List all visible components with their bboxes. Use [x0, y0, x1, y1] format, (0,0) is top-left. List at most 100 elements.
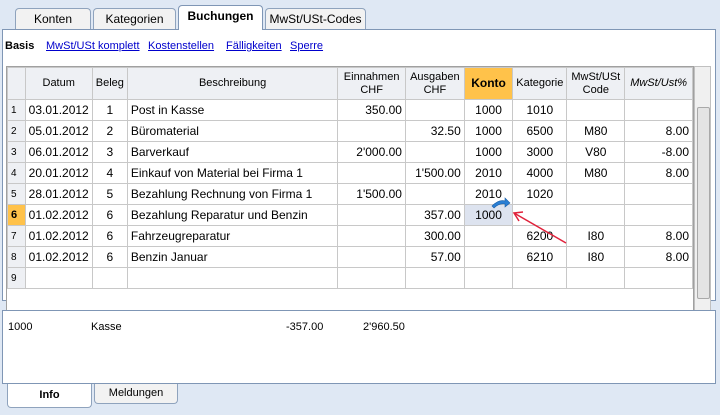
cell-kategorie[interactable]: 1020: [512, 183, 568, 205]
cell-ausgaben[interactable]: 57.00: [404, 246, 465, 268]
tab-info[interactable]: Info: [7, 384, 92, 408]
cell-beschreibung[interactable]: [126, 267, 339, 289]
cell-ausgaben[interactable]: 300.00: [404, 225, 465, 247]
row-number[interactable]: 2: [7, 120, 26, 142]
cell-konto[interactable]: 2010: [463, 162, 514, 184]
cell-mwst-pct[interactable]: [624, 267, 693, 289]
cell-beleg[interactable]: 3: [91, 141, 128, 163]
table-row[interactable]: 1 03.01.2012 1 Post in Kasse 350.00 1000…: [7, 99, 693, 121]
cell-ausgaben[interactable]: [404, 141, 465, 163]
cell-konto[interactable]: [463, 267, 514, 289]
cell-einnahmen[interactable]: 350.00: [337, 99, 406, 121]
cell-ausgaben[interactable]: 32.50: [404, 120, 465, 142]
cell-einnahmen[interactable]: [337, 267, 406, 289]
view-faelligkeiten[interactable]: Fälligkeiten: [226, 40, 282, 52]
cell-beleg[interactable]: [91, 267, 128, 289]
cell-datum[interactable]: 20.01.2012: [24, 162, 93, 184]
cell-ausgaben[interactable]: [404, 267, 465, 289]
cell-mwst-pct[interactable]: [624, 183, 693, 205]
cell-datum[interactable]: 05.01.2012: [24, 120, 93, 142]
cell-mwst-pct[interactable]: -8.00: [624, 141, 693, 163]
cell-einnahmen[interactable]: [337, 204, 406, 226]
table-row[interactable]: 5 28.01.2012 5 Bezahlung Rechnung von Fi…: [7, 183, 693, 205]
cell-beschreibung[interactable]: Fahrzeugreparatur: [126, 225, 339, 247]
cell-mwst-code[interactable]: I80: [566, 225, 626, 247]
cell-datum[interactable]: 01.02.2012: [24, 246, 93, 268]
cell-datum[interactable]: 03.01.2012: [24, 99, 93, 121]
cell-mwst-code[interactable]: [566, 183, 626, 205]
col-header-mwst-pct[interactable]: MwSt/Ust%: [624, 67, 693, 100]
tab-buchungen[interactable]: Buchungen: [178, 5, 263, 30]
cell-datum[interactable]: 06.01.2012: [24, 141, 93, 163]
cell-mwst-code[interactable]: I80: [566, 246, 626, 268]
cell-beleg[interactable]: 2: [91, 120, 128, 142]
cell-datum[interactable]: 28.01.2012: [24, 183, 93, 205]
cell-mwst-code[interactable]: V80: [566, 141, 626, 163]
cell-datum[interactable]: 01.02.2012: [24, 204, 93, 226]
table-row[interactable]: 3 06.01.2012 3 Barverkauf 2'000.00 1000 …: [7, 141, 693, 163]
col-header-beleg[interactable]: Beleg: [91, 67, 128, 100]
cell-kategorie[interactable]: [512, 267, 568, 289]
cell-konto-selected[interactable]: 1000: [463, 204, 514, 226]
col-header-datum[interactable]: Datum: [24, 67, 93, 100]
col-header-kategorie[interactable]: Kategorie: [512, 67, 568, 100]
col-header-mwst-code[interactable]: MwSt/USt Code: [566, 67, 626, 100]
row-number[interactable]: 4: [7, 162, 26, 184]
view-kostenstellen[interactable]: Kostenstellen: [148, 40, 214, 52]
cell-ausgaben[interactable]: 357.00: [404, 204, 465, 226]
tab-kategorien[interactable]: Kategorien: [93, 8, 176, 29]
cell-beschreibung[interactable]: Büromaterial: [126, 120, 339, 142]
table-row[interactable]: 2 05.01.2012 2 Büromaterial 32.50 1000 6…: [7, 120, 693, 142]
cell-konto[interactable]: [463, 225, 514, 247]
cell-beschreibung[interactable]: Post in Kasse: [126, 99, 339, 121]
cell-ausgaben[interactable]: [404, 99, 465, 121]
cell-mwst-pct[interactable]: 8.00: [624, 162, 693, 184]
cell-kategorie[interactable]: 6200: [512, 225, 568, 247]
cell-datum[interactable]: 01.02.2012: [24, 225, 93, 247]
table-row[interactable]: 9: [7, 267, 693, 289]
table-row[interactable]: 4 20.01.2012 4 Einkauf von Material bei …: [7, 162, 693, 184]
row-number[interactable]: 5: [7, 183, 26, 205]
cell-konto[interactable]: 1000: [463, 99, 514, 121]
cell-mwst-pct[interactable]: 8.00: [624, 225, 693, 247]
cell-kategorie[interactable]: 4000: [512, 162, 568, 184]
cell-mwst-pct[interactable]: 8.00: [624, 246, 693, 268]
cell-einnahmen[interactable]: 2'000.00: [337, 141, 406, 163]
row-number[interactable]: 6: [7, 204, 26, 226]
cell-beleg[interactable]: 4: [91, 162, 128, 184]
cell-beschreibung[interactable]: Einkauf von Material bei Firma 1: [126, 162, 339, 184]
cell-datum[interactable]: [24, 267, 93, 289]
cell-einnahmen[interactable]: [337, 162, 406, 184]
view-basis[interactable]: Basis: [5, 40, 34, 52]
cell-beleg[interactable]: 6: [91, 246, 128, 268]
row-number[interactable]: 1: [7, 99, 26, 121]
cell-konto[interactable]: [463, 246, 514, 268]
cell-beschreibung[interactable]: Barverkauf: [126, 141, 339, 163]
cell-mwst-pct[interactable]: 8.00: [624, 120, 693, 142]
cell-kategorie[interactable]: 6210: [512, 246, 568, 268]
cell-beleg[interactable]: 6: [91, 204, 128, 226]
col-header-einnahmen[interactable]: Einnahmen CHF: [337, 67, 406, 100]
tab-meldungen[interactable]: Meldungen: [94, 384, 178, 404]
view-mwst-komplett[interactable]: MwSt/USt komplett: [46, 40, 140, 52]
cell-beschreibung[interactable]: Bezahlung Reparatur und Benzin: [126, 204, 339, 226]
view-sperre[interactable]: Sperre: [290, 40, 323, 52]
cell-konto[interactable]: 1000: [463, 141, 514, 163]
col-header-beschreibung[interactable]: Beschreibung: [126, 67, 339, 100]
row-number[interactable]: 7: [7, 225, 26, 247]
cell-kategorie[interactable]: 3000: [512, 141, 568, 163]
row-number[interactable]: 8: [7, 246, 26, 268]
tab-konten[interactable]: Konten: [15, 8, 91, 29]
tab-mwst-codes[interactable]: MwSt/USt-Codes: [265, 8, 366, 29]
cell-kategorie[interactable]: 1010: [512, 99, 568, 121]
cell-mwst-pct[interactable]: [624, 204, 693, 226]
vertical-scrollbar[interactable]: [694, 66, 711, 312]
cell-beleg[interactable]: 6: [91, 225, 128, 247]
cell-einnahmen[interactable]: 1'500.00: [337, 183, 406, 205]
vertical-scroll-thumb[interactable]: [697, 107, 710, 299]
cell-ausgaben[interactable]: [404, 183, 465, 205]
cell-ausgaben[interactable]: 1'500.00: [404, 162, 465, 184]
row-number[interactable]: 9: [7, 267, 26, 289]
row-number[interactable]: 3: [7, 141, 26, 163]
cell-beleg[interactable]: 5: [91, 183, 128, 205]
